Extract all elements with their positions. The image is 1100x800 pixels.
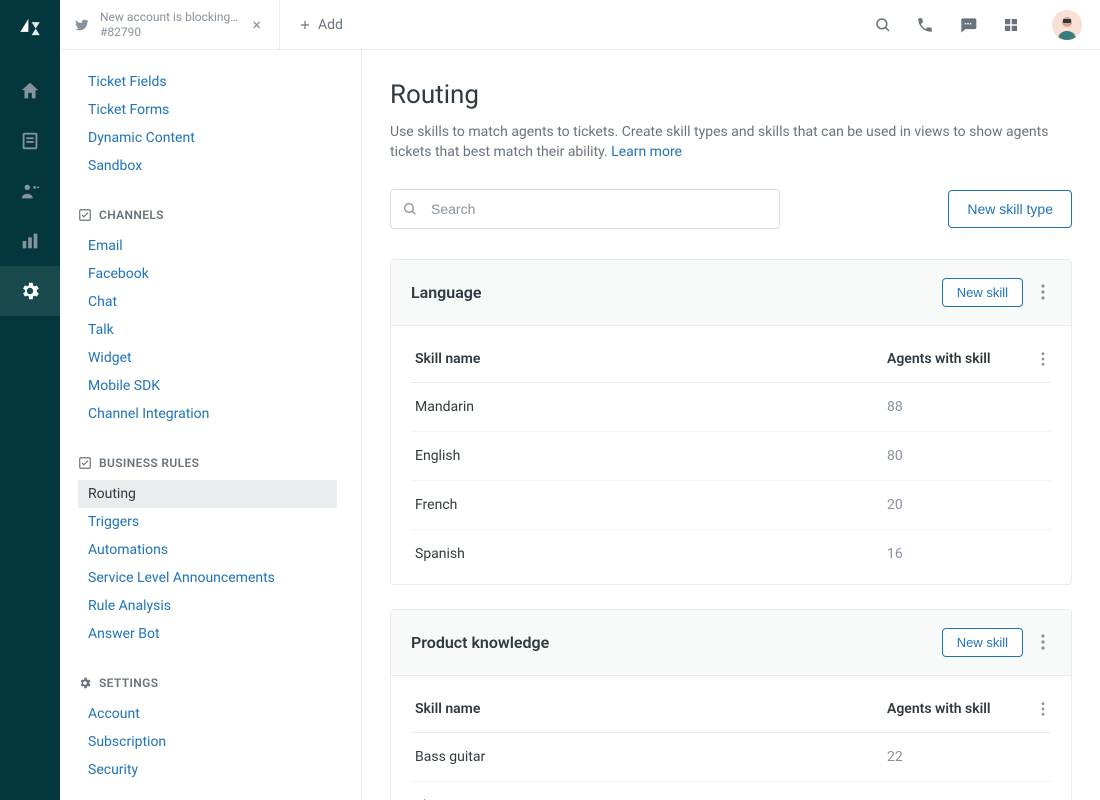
chat-icon[interactable] — [958, 15, 978, 35]
checkbox-icon — [78, 208, 92, 222]
sidebar-item-mobile-sdk[interactable]: Mobile SDK — [78, 372, 337, 400]
sidebar-item-security[interactable]: Security — [78, 756, 337, 784]
sidebar-item-channel-integration[interactable]: Channel Integration — [78, 400, 337, 428]
sidebar-heading-settings: SETTINGS — [60, 664, 361, 700]
tab-subtitle: #82790 — [100, 25, 238, 39]
skill-row[interactable]: English 80 — [411, 432, 1051, 481]
sidebar-item-account[interactable]: Account — [78, 700, 337, 728]
skill-table-header: Skill name Agents with skill — [411, 336, 1051, 383]
settings-sidebar: Ticket Fields Ticket Forms Dynamic Conte… — [60, 50, 362, 800]
page-title: Routing — [390, 80, 1072, 110]
sidebar-item-dynamic-content[interactable]: Dynamic Content — [78, 124, 337, 152]
sidebar-item-sla[interactable]: Service Level Announcements — [78, 564, 337, 592]
col-agents: Agents with skill — [887, 351, 1027, 367]
sidebar-top-list: Ticket Fields Ticket Forms Dynamic Conte… — [60, 68, 361, 196]
sidebar-item-triggers[interactable]: Triggers — [78, 508, 337, 536]
tab-title: New account is blocking... — [100, 10, 238, 24]
plus-icon — [298, 18, 312, 32]
col-agents: Agents with skill — [887, 701, 1027, 717]
phone-icon[interactable] — [916, 16, 934, 34]
group-menu-icon[interactable] — [1035, 630, 1051, 654]
top-bar: New account is blocking... #82790 × Add — [60, 0, 1100, 50]
sidebar-item-routing[interactable]: Routing — [78, 480, 337, 508]
col-skill-name: Skill name — [411, 351, 887, 367]
app-logo — [17, 14, 43, 40]
sidebar-item-sandbox[interactable]: Sandbox — [78, 152, 337, 180]
skill-row[interactable]: Mandarin 88 — [411, 383, 1051, 432]
sidebar-item-talk[interactable]: Talk — [78, 316, 337, 344]
skill-group-card: Product knowledge New skill Skill name A… — [390, 609, 1072, 800]
sidebar-item-ticket-fields[interactable]: Ticket Fields — [78, 68, 337, 96]
search-input[interactable] — [390, 189, 780, 229]
sidebar-item-ticket-forms[interactable]: Ticket Forms — [78, 96, 337, 124]
header-menu-icon[interactable] — [1035, 698, 1051, 720]
rail-reports[interactable] — [0, 216, 60, 266]
add-tab[interactable]: Add — [280, 0, 361, 49]
skill-row[interactable]: Bass guitar 22 — [411, 733, 1051, 782]
sidebar-item-facebook[interactable]: Facebook — [78, 260, 337, 288]
header-menu-icon[interactable] — [1035, 348, 1051, 370]
skill-row[interactable]: Electric guitar 40 — [411, 782, 1051, 800]
topbar-search-icon[interactable] — [874, 16, 892, 34]
tab-close[interactable]: × — [248, 15, 265, 34]
skill-row[interactable]: French 20 — [411, 481, 1051, 530]
skill-row[interactable]: Spanish 16 — [411, 530, 1051, 578]
sidebar-item-rule-analysis[interactable]: Rule Analysis — [78, 592, 337, 620]
rail-admin[interactable] — [0, 266, 60, 316]
gear-icon — [78, 676, 92, 690]
sidebar-item-automations[interactable]: Automations — [78, 536, 337, 564]
sidebar-item-subscription[interactable]: Subscription — [78, 728, 337, 756]
search-icon — [402, 201, 418, 217]
skill-group-card: Language New skill Skill name Agents wit… — [390, 259, 1072, 585]
sidebar-heading-channels: CHANNELS — [60, 196, 361, 232]
group-menu-icon[interactable] — [1035, 280, 1051, 304]
rail-customers[interactable] — [0, 166, 60, 216]
main-content: Routing Use skills to match agents to ti… — [362, 50, 1100, 800]
new-skill-type-button[interactable]: New skill type — [948, 190, 1072, 228]
ticket-tab[interactable]: New account is blocking... #82790 × — [60, 0, 280, 49]
nav-rail — [0, 0, 60, 800]
sidebar-item-widget[interactable]: Widget — [78, 344, 337, 372]
rail-views[interactable] — [0, 116, 60, 166]
learn-more-link[interactable]: Learn more — [611, 144, 682, 160]
rail-home[interactable] — [0, 66, 60, 116]
checkbox-icon — [78, 456, 92, 470]
search-box — [390, 189, 780, 229]
twitter-icon — [74, 17, 90, 33]
skill-group-title: Language — [411, 283, 942, 302]
add-tab-label: Add — [318, 17, 343, 33]
sidebar-item-email[interactable]: Email — [78, 232, 337, 260]
col-skill-name: Skill name — [411, 701, 887, 717]
page-description: Use skills to match agents to tickets. C… — [390, 122, 1050, 163]
skill-group-title: Product knowledge — [411, 633, 942, 652]
apps-icon[interactable] — [1002, 16, 1020, 34]
sidebar-item-answer-bot[interactable]: Answer Bot — [78, 620, 337, 648]
new-skill-button[interactable]: New skill — [942, 628, 1023, 657]
skill-table-header: Skill name Agents with skill — [411, 686, 1051, 733]
sidebar-item-chat[interactable]: Chat — [78, 288, 337, 316]
sidebar-heading-business-rules: BUSINESS RULES — [60, 444, 361, 480]
new-skill-button[interactable]: New skill — [942, 278, 1023, 307]
user-avatar[interactable] — [1052, 10, 1082, 40]
